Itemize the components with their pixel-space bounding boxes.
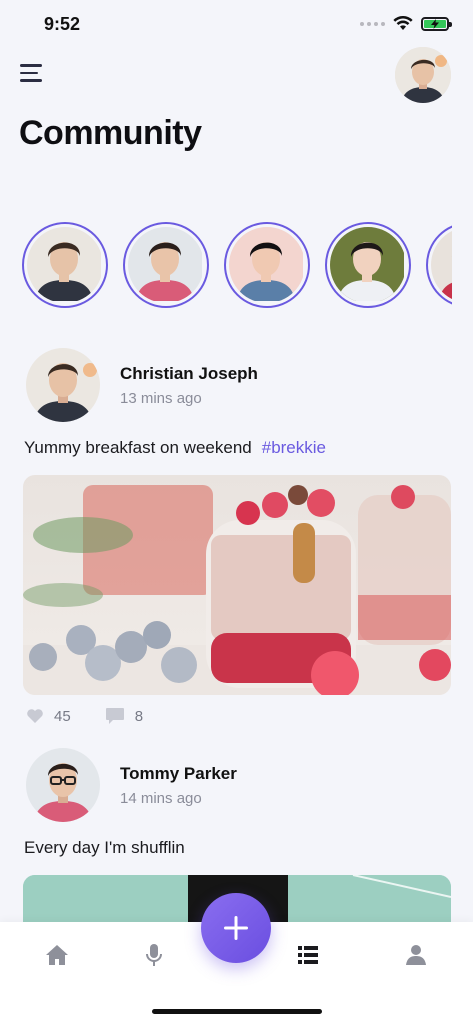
comment-button[interactable]: 8 bbox=[105, 707, 143, 725]
status-time: 9:52 bbox=[44, 14, 81, 34]
user-icon bbox=[406, 945, 426, 965]
avatar bbox=[431, 227, 452, 303]
stories-row bbox=[22, 222, 452, 312]
story-avatar[interactable] bbox=[22, 222, 108, 308]
post-time: 13 mins ago bbox=[120, 389, 202, 407]
post-text: Yummy breakfast on weekend #brekkie bbox=[24, 438, 326, 458]
hashtag-link[interactable]: #brekkie bbox=[262, 438, 326, 457]
status-bar: 9:52 bbox=[0, 0, 473, 50]
list-icon bbox=[298, 946, 318, 964]
battery-icon bbox=[421, 16, 452, 31]
author-name[interactable]: Tommy Parker bbox=[120, 764, 237, 784]
tab-home[interactable] bbox=[44, 942, 70, 968]
like-button[interactable]: 45 bbox=[26, 708, 71, 725]
status-icons bbox=[360, 16, 452, 31]
post-meta: Christian Joseph 13 mins ago bbox=[120, 364, 258, 407]
story-avatar[interactable] bbox=[325, 222, 411, 308]
post-time: 14 mins ago bbox=[120, 789, 202, 807]
avatar bbox=[128, 227, 204, 303]
post-reactions: 45 8 bbox=[26, 707, 143, 725]
signal-icon bbox=[360, 21, 385, 26]
home-icon bbox=[46, 945, 68, 965]
home-indicator bbox=[152, 1009, 322, 1014]
profile-avatar[interactable] bbox=[395, 47, 451, 103]
avatar bbox=[330, 227, 406, 303]
microphone-icon bbox=[146, 944, 162, 966]
post-meta: Tommy Parker 14 mins ago bbox=[120, 764, 237, 807]
comment-count: 8 bbox=[134, 707, 144, 725]
post-caption: Yummy breakfast on weekend bbox=[24, 438, 252, 457]
avatar[interactable] bbox=[26, 348, 100, 422]
plus-icon bbox=[224, 916, 248, 940]
story-avatar[interactable] bbox=[426, 222, 452, 308]
tab-microphone[interactable] bbox=[141, 942, 167, 968]
tab-profile[interactable] bbox=[403, 942, 429, 968]
post-text: Every day I'm shufflin bbox=[24, 838, 185, 858]
heart-icon bbox=[27, 709, 43, 723]
avatar[interactable] bbox=[26, 748, 100, 822]
page-title: Community bbox=[19, 114, 202, 152]
story-avatar[interactable] bbox=[224, 222, 310, 308]
avatar bbox=[27, 227, 103, 303]
avatar bbox=[229, 227, 305, 303]
post-header: Tommy Parker 14 mins ago bbox=[26, 748, 237, 822]
post-header: Christian Joseph 13 mins ago bbox=[26, 348, 258, 422]
author-name[interactable]: Christian Joseph bbox=[120, 364, 258, 384]
add-post-button[interactable] bbox=[201, 893, 271, 963]
wifi-icon bbox=[393, 16, 413, 30]
menu-icon[interactable] bbox=[20, 64, 44, 84]
post-image[interactable] bbox=[23, 475, 451, 695]
post-caption: Every day I'm shufflin bbox=[24, 838, 185, 857]
story-avatar[interactable] bbox=[123, 222, 209, 308]
like-count: 45 bbox=[54, 707, 71, 725]
tab-list[interactable] bbox=[295, 942, 321, 968]
comment-icon bbox=[105, 708, 124, 724]
